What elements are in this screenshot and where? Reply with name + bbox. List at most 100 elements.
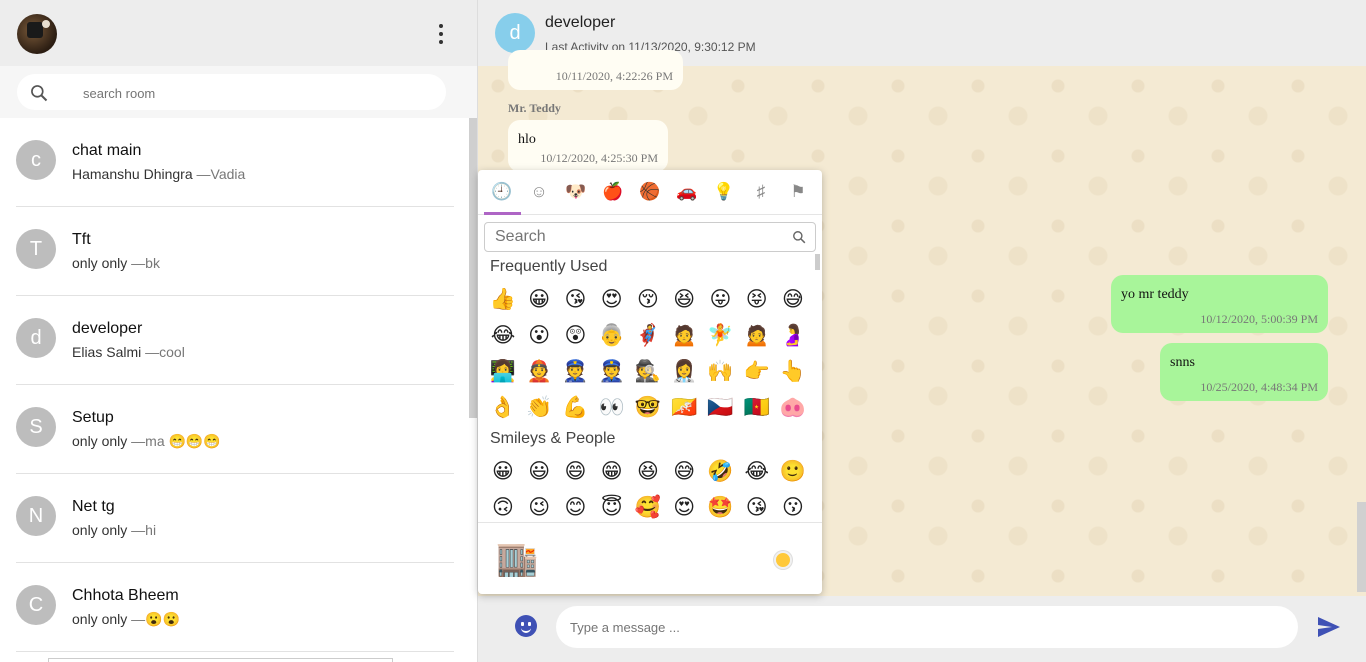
emoji[interactable]: 👵 — [597, 320, 627, 350]
emoji-picker: 🕘 ☺ 🐶 🍎 🏀 🚗 💡 ♯ ⚑ Frequently Used 👍😀😘😍😚😆… — [478, 170, 822, 594]
emoji-category-bar: 🕘 ☺ 🐶 🍎 🏀 🚗 💡 ♯ ⚑ — [478, 170, 822, 215]
room-last-message: only only —hi — [72, 522, 156, 538]
message-input[interactable] — [556, 606, 1298, 648]
room-item[interactable]: c chat main Hamanshu Dhingra —Vadia — [16, 118, 454, 207]
room-item[interactable]: S Setup only only —ma 😁😁😁 — [16, 385, 454, 474]
emoji[interactable]: 🇧🇹 — [669, 392, 699, 422]
emoji[interactable]: 😀 — [488, 456, 518, 486]
emoji[interactable]: 👍 — [488, 284, 518, 314]
last-message-text: only only — [72, 433, 132, 449]
emoji[interactable]: 🤰 — [778, 320, 808, 350]
emoji[interactable]: 😮 — [524, 320, 554, 350]
emoji[interactable]: 😊 — [561, 492, 591, 522]
emoji[interactable]: 😅 — [778, 284, 808, 314]
smiley-icon[interactable]: ☺ — [528, 181, 550, 203]
emoji[interactable]: 😚 — [633, 284, 663, 314]
emoji[interactable]: 👲 — [524, 356, 554, 386]
emoji[interactable]: 😆 — [633, 456, 663, 486]
room-item[interactable]: N Net tg only only —hi — [16, 474, 454, 563]
emoji[interactable]: 🧚 — [706, 320, 736, 350]
emoji[interactable]: 🙍 — [669, 320, 699, 350]
emoji[interactable]: 😅 — [669, 456, 699, 486]
emoji[interactable]: 😍 — [597, 284, 627, 314]
emoji[interactable]: 👮 — [597, 356, 627, 386]
search-room-input[interactable] — [81, 82, 425, 104]
basketball-icon[interactable]: 🏀 — [639, 181, 661, 203]
flag-icon[interactable]: ⚑ — [787, 181, 809, 203]
emoji[interactable]: 🕵 — [633, 356, 663, 386]
room-last-message: Elias Salmi —cool — [72, 344, 185, 360]
emoji[interactable]: 🙃 — [488, 492, 518, 522]
emoji[interactable]: 🥰 — [633, 492, 663, 522]
emoji[interactable]: 😍 — [669, 492, 699, 522]
clock-icon[interactable]: 🕘 — [491, 181, 513, 203]
horizontal-scrollbar[interactable] — [48, 658, 393, 662]
last-message-sender: —😮😮 — [131, 611, 181, 627]
emoji[interactable]: 😂 — [742, 456, 772, 486]
dog-icon[interactable]: 🐶 — [565, 181, 587, 203]
emoji[interactable]: 👌 — [488, 392, 518, 422]
chat-avatar[interactable]: d — [495, 13, 535, 53]
emoji[interactable]: 🤩 — [706, 492, 736, 522]
emoji[interactable]: 🦸 — [633, 320, 663, 350]
active-category-indicator — [484, 212, 521, 215]
emoji[interactable]: 🇨🇲 — [742, 392, 772, 422]
room-list-scrollbar[interactable] — [469, 118, 477, 418]
emoji[interactable]: 💪 — [561, 392, 591, 422]
emoji[interactable]: 😗 — [778, 492, 808, 522]
message-sender: Mr. Teddy — [508, 101, 561, 115]
room-last-message: only only —ma 😁😁😁 — [72, 433, 221, 450]
more-options-icon[interactable] — [431, 24, 451, 44]
emoji[interactable]: 😁 — [597, 456, 627, 486]
emoji-list: Frequently Used 👍 😀 😘 😍 😚 😆 😛 😝 😅 😂 😮 😲 👵 🦸 🙍 🧚 🙍 🤰 👩‍💻 👲… — [478, 256, 822, 522]
emoji[interactable]: 👆 — [778, 356, 808, 386]
section-title: Smileys & People — [490, 430, 616, 447]
room-avatar: C — [16, 585, 56, 625]
emoji[interactable]: 😃 — [524, 456, 554, 486]
lightbulb-icon[interactable]: 💡 — [713, 181, 735, 203]
emoji[interactable]: 😆 — [669, 284, 699, 314]
message-bubble-incoming: hlo 10/12/2020, 4:25:30 PM — [508, 120, 668, 172]
emoji[interactable]: 🤣 — [706, 456, 736, 486]
emoji[interactable]: 👮 — [561, 356, 591, 386]
emoji[interactable]: 😲 — [561, 320, 591, 350]
room-item[interactable]: T Tft only only —bk — [16, 207, 454, 296]
emoji[interactable]: 🙍 — [742, 320, 772, 350]
emoji-search-input[interactable] — [484, 222, 816, 252]
emoji[interactable]: 😀 — [524, 284, 554, 314]
emoji[interactable]: 😘 — [742, 492, 772, 522]
emoji[interactable]: 😛 — [706, 284, 736, 314]
message-time: 10/12/2020, 5:00:39 PM — [1200, 312, 1318, 326]
skin-tone-selector[interactable] — [774, 551, 792, 569]
emoji[interactable]: 👩‍⚕️ — [669, 356, 699, 386]
room-item[interactable]: C Chhota Bheem only only —😮😮 — [16, 563, 454, 652]
emoji[interactable]: 🤓 — [633, 392, 663, 422]
last-message-sender: —bk — [131, 255, 160, 271]
emoji[interactable]: 👏 — [524, 392, 554, 422]
send-icon[interactable] — [1317, 616, 1341, 638]
chat-scrollbar[interactable] — [1357, 502, 1366, 592]
last-message-text: Elias Salmi — [72, 344, 146, 360]
emoji[interactable]: 🐽 — [778, 392, 808, 422]
emoji-toggle-icon[interactable] — [515, 615, 537, 637]
apple-icon[interactable]: 🍎 — [602, 181, 624, 203]
emoji[interactable]: 😘 — [561, 284, 591, 314]
emoji[interactable]: 😉 — [524, 492, 554, 522]
symbols-icon[interactable]: ♯ — [750, 181, 772, 203]
emoji[interactable]: 😄 — [561, 456, 591, 486]
car-icon[interactable]: 🚗 — [676, 181, 698, 203]
emoji[interactable]: 😂 — [488, 320, 518, 350]
emoji[interactable]: 🙌 — [706, 356, 736, 386]
emoji[interactable]: 🇨🇿 — [706, 392, 736, 422]
emoji[interactable]: 👉 — [742, 356, 772, 386]
emoji[interactable]: 👀 — [597, 392, 627, 422]
message-bubble-outgoing: snns 10/25/2020, 4:48:34 PM — [1160, 343, 1328, 401]
emoji[interactable]: 👩‍💻 — [488, 356, 518, 386]
emoji[interactable]: 😇 — [597, 492, 627, 522]
room-item[interactable]: d developer Elias Salmi —cool — [16, 296, 454, 385]
user-avatar[interactable] — [17, 14, 57, 54]
emoji[interactable]: 🙂 — [778, 456, 808, 486]
emoji[interactable]: 😝 — [742, 284, 772, 314]
sidebar: c chat main Hamanshu Dhingra —Vadia T Tf… — [0, 0, 478, 662]
message-composer — [478, 596, 1366, 662]
